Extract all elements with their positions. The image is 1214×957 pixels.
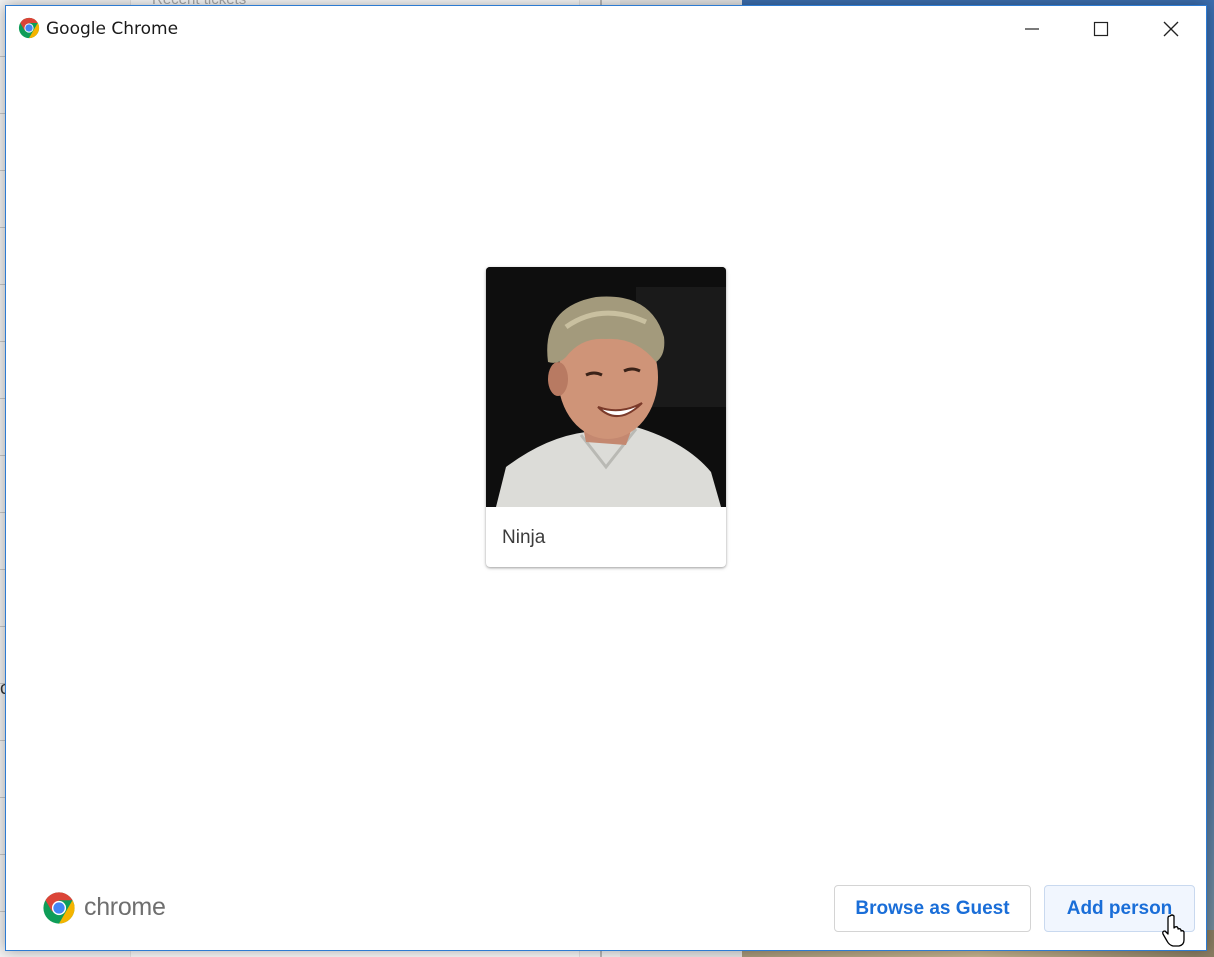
minimize-icon xyxy=(1025,27,1039,30)
user-photo xyxy=(486,267,726,507)
browse-as-guest-button[interactable]: Browse as Guest xyxy=(834,885,1031,932)
hand-pointer-icon xyxy=(1162,914,1185,947)
chrome-logo-icon xyxy=(43,892,75,924)
close-button[interactable] xyxy=(1137,6,1205,51)
minimize-button[interactable] xyxy=(998,6,1066,51)
maximize-icon xyxy=(1093,21,1109,36)
chrome-icon xyxy=(18,17,40,39)
chrome-wordmark: chrome xyxy=(84,893,166,921)
close-icon xyxy=(1163,21,1179,36)
profile-picker-window: Google Chrome Ninja chrome Browse as Gue… xyxy=(5,5,1207,951)
profile-card[interactable]: Ninja xyxy=(486,267,726,567)
profile-name: Ninja xyxy=(502,527,546,548)
title-bar[interactable]: Google Chrome xyxy=(6,6,1206,51)
window-title: Google Chrome xyxy=(46,19,179,39)
maximize-button[interactable] xyxy=(1067,6,1135,51)
